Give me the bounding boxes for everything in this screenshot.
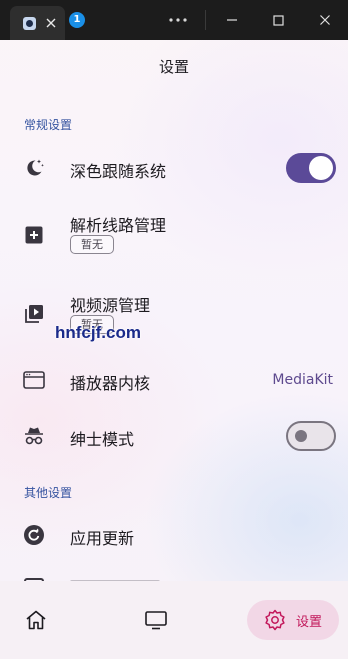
app-update-label: 应用更新 bbox=[70, 529, 135, 548]
player-core-value: MediaKit bbox=[272, 372, 333, 388]
page-title: 设置 bbox=[158, 58, 189, 76]
nav-settings-button[interactable]: 设置 bbox=[247, 600, 339, 640]
app-favicon-icon bbox=[23, 17, 36, 30]
moon-stars-icon bbox=[27, 159, 44, 176]
video-library-icon bbox=[25, 305, 43, 323]
titlebar-divider bbox=[205, 10, 206, 30]
window-close-icon[interactable] bbox=[313, 8, 337, 32]
window-icon bbox=[23, 371, 45, 389]
window-titlebar: 1 bbox=[0, 0, 348, 40]
section-label-general: 常规设置 bbox=[24, 118, 73, 132]
incognito-icon bbox=[25, 427, 43, 445]
player-core-label: 播放器内核 bbox=[70, 374, 151, 393]
browser-tab[interactable] bbox=[10, 6, 65, 40]
minimize-icon[interactable] bbox=[220, 8, 244, 32]
setting-row-player-core[interactable]: 播放器内核 MediaKit bbox=[0, 362, 348, 398]
dark-mode-toggle[interactable] bbox=[286, 153, 336, 183]
update-icon bbox=[24, 525, 44, 545]
setting-row-dark-mode[interactable]: 深色跟随系统 bbox=[0, 148, 348, 188]
add-box-icon bbox=[25, 226, 43, 244]
setting-row-parser-lines[interactable]: 解析线路管理 暂无 bbox=[0, 208, 348, 258]
setting-row-app-update[interactable]: 应用更新 bbox=[0, 517, 348, 553]
tv-icon[interactable] bbox=[144, 608, 168, 632]
nav-settings-label: 设置 bbox=[296, 615, 323, 630]
notification-badge[interactable]: 1 bbox=[69, 12, 85, 28]
gentleman-mode-label: 绅士模式 bbox=[70, 430, 135, 449]
dark-mode-label: 深色跟随系统 bbox=[70, 162, 167, 181]
watermark-text: hnfcjf.com bbox=[55, 323, 141, 342]
gentleman-mode-toggle[interactable] bbox=[286, 421, 336, 451]
bottom-navigation-bar: 设置 bbox=[0, 581, 348, 659]
section-label-other: 其他设置 bbox=[24, 486, 73, 500]
more-options-icon[interactable] bbox=[163, 10, 193, 30]
maximize-icon[interactable] bbox=[266, 8, 290, 32]
video-sources-label: 视频源管理 bbox=[70, 296, 151, 315]
home-icon[interactable] bbox=[24, 608, 48, 632]
tab-close-icon[interactable] bbox=[42, 14, 60, 32]
parser-lines-label: 解析线路管理 bbox=[70, 216, 167, 235]
setting-row-gentleman-mode[interactable]: 绅士模式 bbox=[0, 418, 348, 454]
settings-icon bbox=[265, 609, 285, 631]
parser-lines-status-chip: 暂无 bbox=[70, 235, 114, 254]
setting-row-video-sources[interactable]: 视频源管理 暂无 bbox=[0, 288, 348, 338]
